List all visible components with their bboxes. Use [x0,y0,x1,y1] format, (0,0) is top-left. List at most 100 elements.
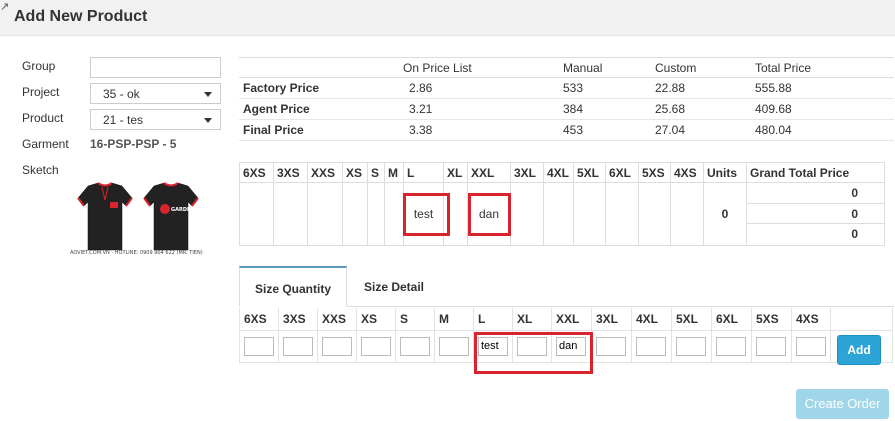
grand-total-value: 0 [851,227,858,242]
price-row-label: Factory Price [239,77,399,99]
qty-input-m[interactable] [439,336,469,356]
project-select-value: 35 - ok [103,87,140,101]
size-header: 5XS [638,162,671,183]
shirt-back-icon [77,182,133,251]
qty-input-4xl[interactable] [636,336,666,356]
size-cell [670,182,704,246]
price-col-header: On Price List [399,57,559,78]
sketch-image: GARDEN [77,182,199,251]
qty-input-5xl[interactable] [676,336,706,356]
units-value: 0 [703,182,747,246]
price-table-header: On Price List Manual Custom Total Price [239,57,894,78]
qty-size-header: M [434,308,474,331]
size-cell [384,182,404,246]
size-header: 4XL [543,162,574,183]
qty-cell [356,329,396,363]
size-header: 3XS [273,162,308,183]
group-input[interactable] [90,57,221,78]
table-row: Factory Price 2.86 533 22.88 555.88 [239,77,894,99]
qty-size-header: XXS [317,308,357,331]
qty-size-header: XXL [551,308,592,331]
sketch-label: Sketch [22,163,59,177]
tab-size-detail[interactable]: Size Detail [349,266,439,307]
cursor-icon: ↗ [0,1,10,13]
qty-size-header: 3XL [591,308,632,331]
sketch-brand: GARDEN [171,207,195,213]
price-cell: 409.68 [751,98,894,120]
grand-total-cell: 0 0 0 [746,182,885,246]
qty-input-6xs[interactable] [244,336,274,356]
highlight-box [468,193,511,236]
price-row-label: Agent Price [239,98,399,120]
size-cell [307,182,343,246]
qty-input-xs[interactable] [361,336,391,356]
price-row-label: Final Price [239,119,399,141]
size-summary-header: 6XS 3XS XXS XS S M L XL XXL 3XL 4XL 5XL … [239,162,885,183]
price-col-header: Manual [559,57,651,78]
price-cell: 3.38 [399,119,559,141]
size-header: L [403,162,444,183]
product-label: Product [22,111,64,125]
price-cell: 2.86 [399,77,559,99]
chevron-down-icon [204,92,212,97]
tab-bar: Size Quantity Size Detail [239,266,894,307]
price-col-header: Total Price [751,57,894,78]
qty-size-header: 4XS [791,308,831,331]
group-label: Group [22,59,56,73]
highlight-box [474,332,593,374]
size-header: 6XL [605,162,639,183]
grand-total-value: 0 [747,204,884,225]
product-select[interactable]: 21 - tes [90,109,221,130]
qty-action-header [830,308,893,331]
price-cell: 22.88 [651,77,751,99]
units-header: Units [703,162,747,183]
size-header: 6XS [239,162,274,183]
qty-cell [791,329,831,363]
qty-cell [591,329,632,363]
qty-input-s[interactable] [400,336,430,356]
size-cell [239,182,274,246]
price-col-header [239,57,399,78]
add-button[interactable]: Add [837,335,881,365]
qty-size-header: XS [356,308,396,331]
chevron-down-icon [204,118,212,123]
size-cell [273,182,308,246]
product-select-value: 21 - tes [103,113,144,127]
qty-cell [278,329,318,363]
size-header: 4XS [670,162,704,183]
qty-size-header: 6XL [711,308,752,331]
qty-input-5xs[interactable] [756,336,786,356]
size-header: XXS [307,162,343,183]
qty-size-header: XL [512,308,552,331]
qty-cell [239,329,279,363]
price-cell: 3.21 [399,98,559,120]
size-header: XS [342,162,368,183]
qty-cell [395,329,435,363]
grand-total-value: 0 [747,183,884,204]
qty-input-3xs[interactable] [283,336,313,356]
table-row: test dan 0 0 0 0 [239,182,885,246]
size-summary-table: 6XS 3XS XXS XS S M L XL XXL 3XL 4XL 5XL … [239,162,885,246]
size-cell [638,182,671,246]
qty-size-header: 3XS [278,308,318,331]
qty-input-6xl[interactable] [716,336,746,356]
price-cell: 555.88 [751,77,894,99]
qty-input-xxs[interactable] [322,336,352,356]
tab-size-quantity[interactable]: Size Quantity [239,266,347,307]
qty-cell [711,329,752,363]
price-cell: 25.68 [651,98,751,120]
size-header: M [384,162,404,183]
highlight-box [403,193,450,236]
garment-label: Garment [22,137,69,151]
project-select[interactable]: 35 - ok [90,83,221,104]
qty-input-3xl[interactable] [596,336,626,356]
garment-value: 16-PSP-PSP - 5 [90,137,177,151]
project-label: Project [22,85,60,99]
size-cell [605,182,639,246]
table-row: Final Price 3.38 453 27.04 480.04 [239,119,894,141]
qty-cell [631,329,672,363]
size-header: XXL [467,162,511,183]
create-order-button[interactable]: Create Order [796,389,889,419]
size-cell [342,182,368,246]
qty-input-4xs[interactable] [796,336,826,356]
